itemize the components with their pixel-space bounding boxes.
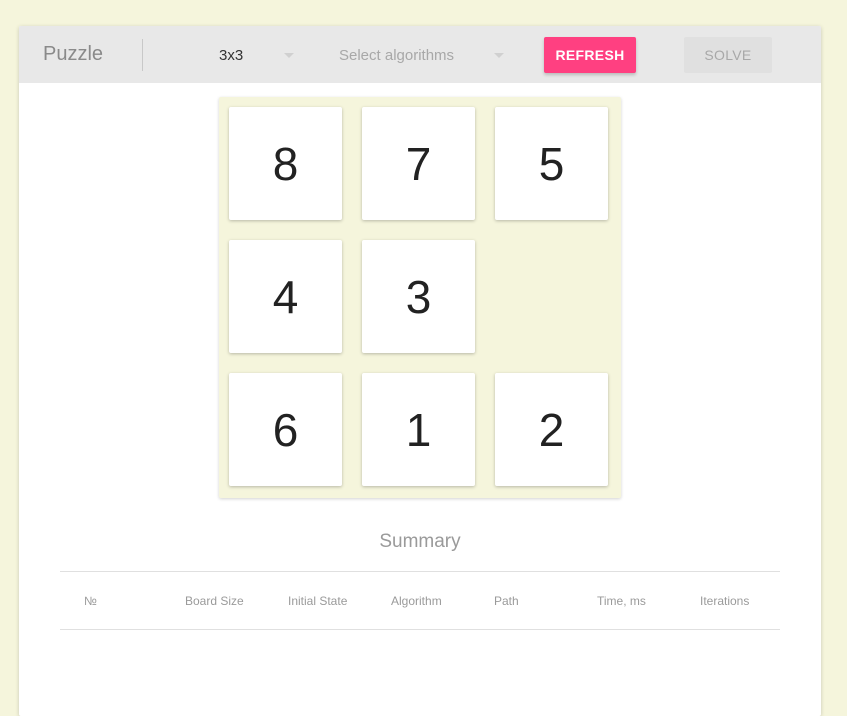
board-size-select[interactable]: 3x3 [219,44,294,66]
board-size-value: 3x3 [219,46,244,64]
refresh-button[interactable]: REFRESH [544,37,636,73]
toolbar-divider [142,39,143,71]
toolbar: Puzzle 3x3 Select algorithms REFRESH SOL… [19,26,821,83]
puzzle-tile[interactable]: 8 [229,107,342,220]
puzzle-tile[interactable]: 3 [362,240,475,353]
summary-table: № Board Size Initial State Algorithm Pat… [60,571,780,630]
column-header-path: Path [494,594,519,608]
column-header-number: № [84,594,97,608]
puzzle-tile[interactable]: 1 [362,373,475,486]
column-header-initial-state: Initial State [288,594,348,608]
puzzle-tile[interactable]: 2 [495,373,608,486]
puzzle-tile[interactable]: 6 [229,373,342,486]
column-header-algorithm: Algorithm [391,594,442,608]
algorithm-placeholder: Select algorithms [339,46,455,64]
puzzle-tile[interactable]: 4 [229,240,342,353]
column-header-board-size: Board Size [185,594,244,608]
solve-button[interactable]: SOLVE [684,37,772,73]
algorithm-select[interactable]: Select algorithms [339,44,504,66]
puzzle-tile[interactable]: 5 [495,107,608,220]
column-header-time: Time, ms [597,594,646,608]
puzzle-board: 875 43612 [219,97,621,498]
puzzle-tile[interactable]: 7 [362,107,475,220]
app-title: Puzzle [43,43,104,65]
chevron-down-icon [494,53,504,58]
column-header-iterations: Iterations [700,594,750,608]
summary-title: Summary [379,531,461,552]
chevron-down-icon [284,53,294,58]
app-card: Puzzle 3x3 Select algorithms REFRESH SOL… [19,26,821,716]
empty-tile-slot [495,240,608,353]
